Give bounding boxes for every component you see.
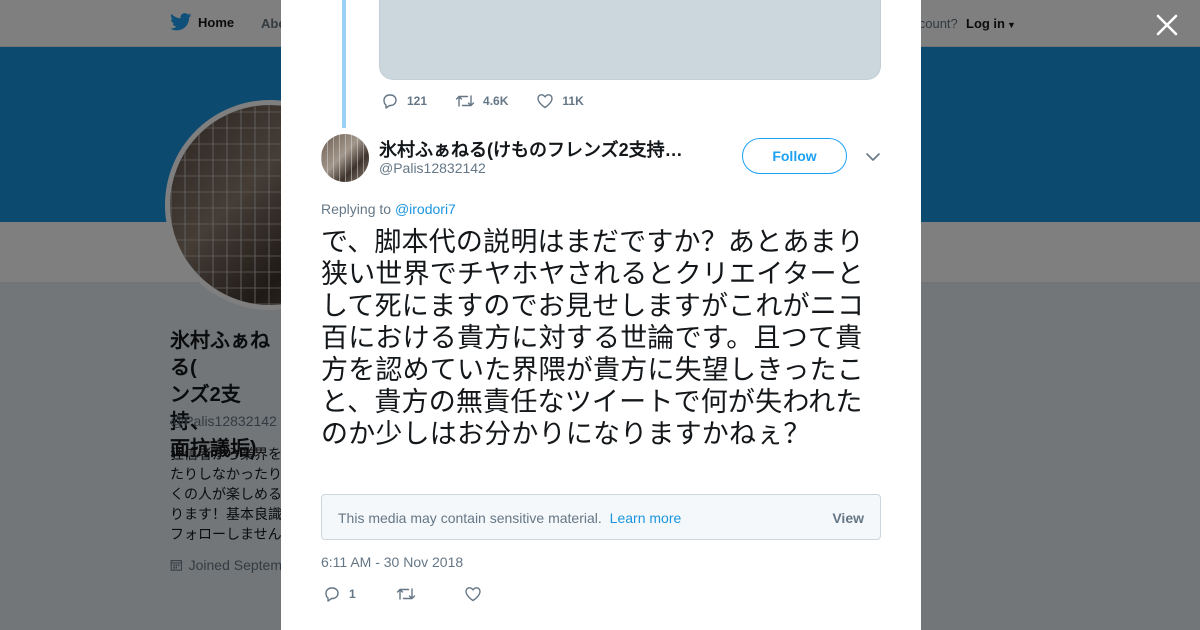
view-media-button[interactable]: View xyxy=(832,510,864,526)
retweet-count: 4.6K xyxy=(483,94,509,108)
sensitive-text-wrap: This media may contain sensitive materia… xyxy=(338,510,681,526)
retweet-icon xyxy=(455,95,475,107)
sensitive-media-notice: This media may contain sensitive materia… xyxy=(321,494,881,540)
reply-count: 1 xyxy=(349,587,356,601)
tweet-modal: 121 4.6K 11K 氷村ふぁねる(けものフレンズ2支持… @Palis12… xyxy=(281,0,921,630)
author-name[interactable]: 氷村ふぁねる(けものフレンズ2支持… xyxy=(379,136,689,162)
author-handle[interactable]: @Palis12832142 xyxy=(379,160,486,176)
tweet-text: で、脚本代の説明はまだですか？あとあまり狭い世界でチヤホヤされるとクリエイターと… xyxy=(321,227,865,449)
like-button[interactable] xyxy=(464,585,490,603)
heart-icon xyxy=(464,587,481,602)
like-button[interactable]: 11K xyxy=(536,92,584,110)
close-icon[interactable] xyxy=(1154,12,1180,38)
retweet-button[interactable] xyxy=(396,585,424,603)
replying-prefix: Replying to xyxy=(321,201,392,217)
replying-to: Replying to @irodori7 xyxy=(321,201,456,217)
previous-tweet-actions: 121 4.6K 11K xyxy=(381,92,612,110)
retweet-button[interactable]: 4.6K xyxy=(455,92,508,110)
reply-button[interactable]: 1 xyxy=(323,585,356,603)
reply-icon xyxy=(325,587,339,602)
previous-tweet-media[interactable] xyxy=(379,0,881,80)
retweet-icon xyxy=(396,588,415,600)
follow-button[interactable]: Follow xyxy=(742,138,847,174)
heart-icon xyxy=(537,94,554,109)
chevron-down-icon[interactable] xyxy=(865,150,881,164)
thread-connector xyxy=(342,0,346,128)
reply-count: 121 xyxy=(407,94,428,108)
replying-to-link[interactable]: @irodori7 xyxy=(395,201,456,217)
sensitive-message: This media may contain sensitive materia… xyxy=(338,510,602,526)
learn-more-link[interactable]: Learn more xyxy=(610,510,682,526)
reply-button[interactable]: 121 xyxy=(381,92,427,110)
author-avatar[interactable] xyxy=(321,134,369,182)
tweet-actions: 1 xyxy=(323,585,530,603)
like-count: 11K xyxy=(562,94,584,108)
reply-icon xyxy=(383,94,397,109)
tweet-timestamp[interactable]: 6:11 AM - 30 Nov 2018 xyxy=(321,554,463,570)
